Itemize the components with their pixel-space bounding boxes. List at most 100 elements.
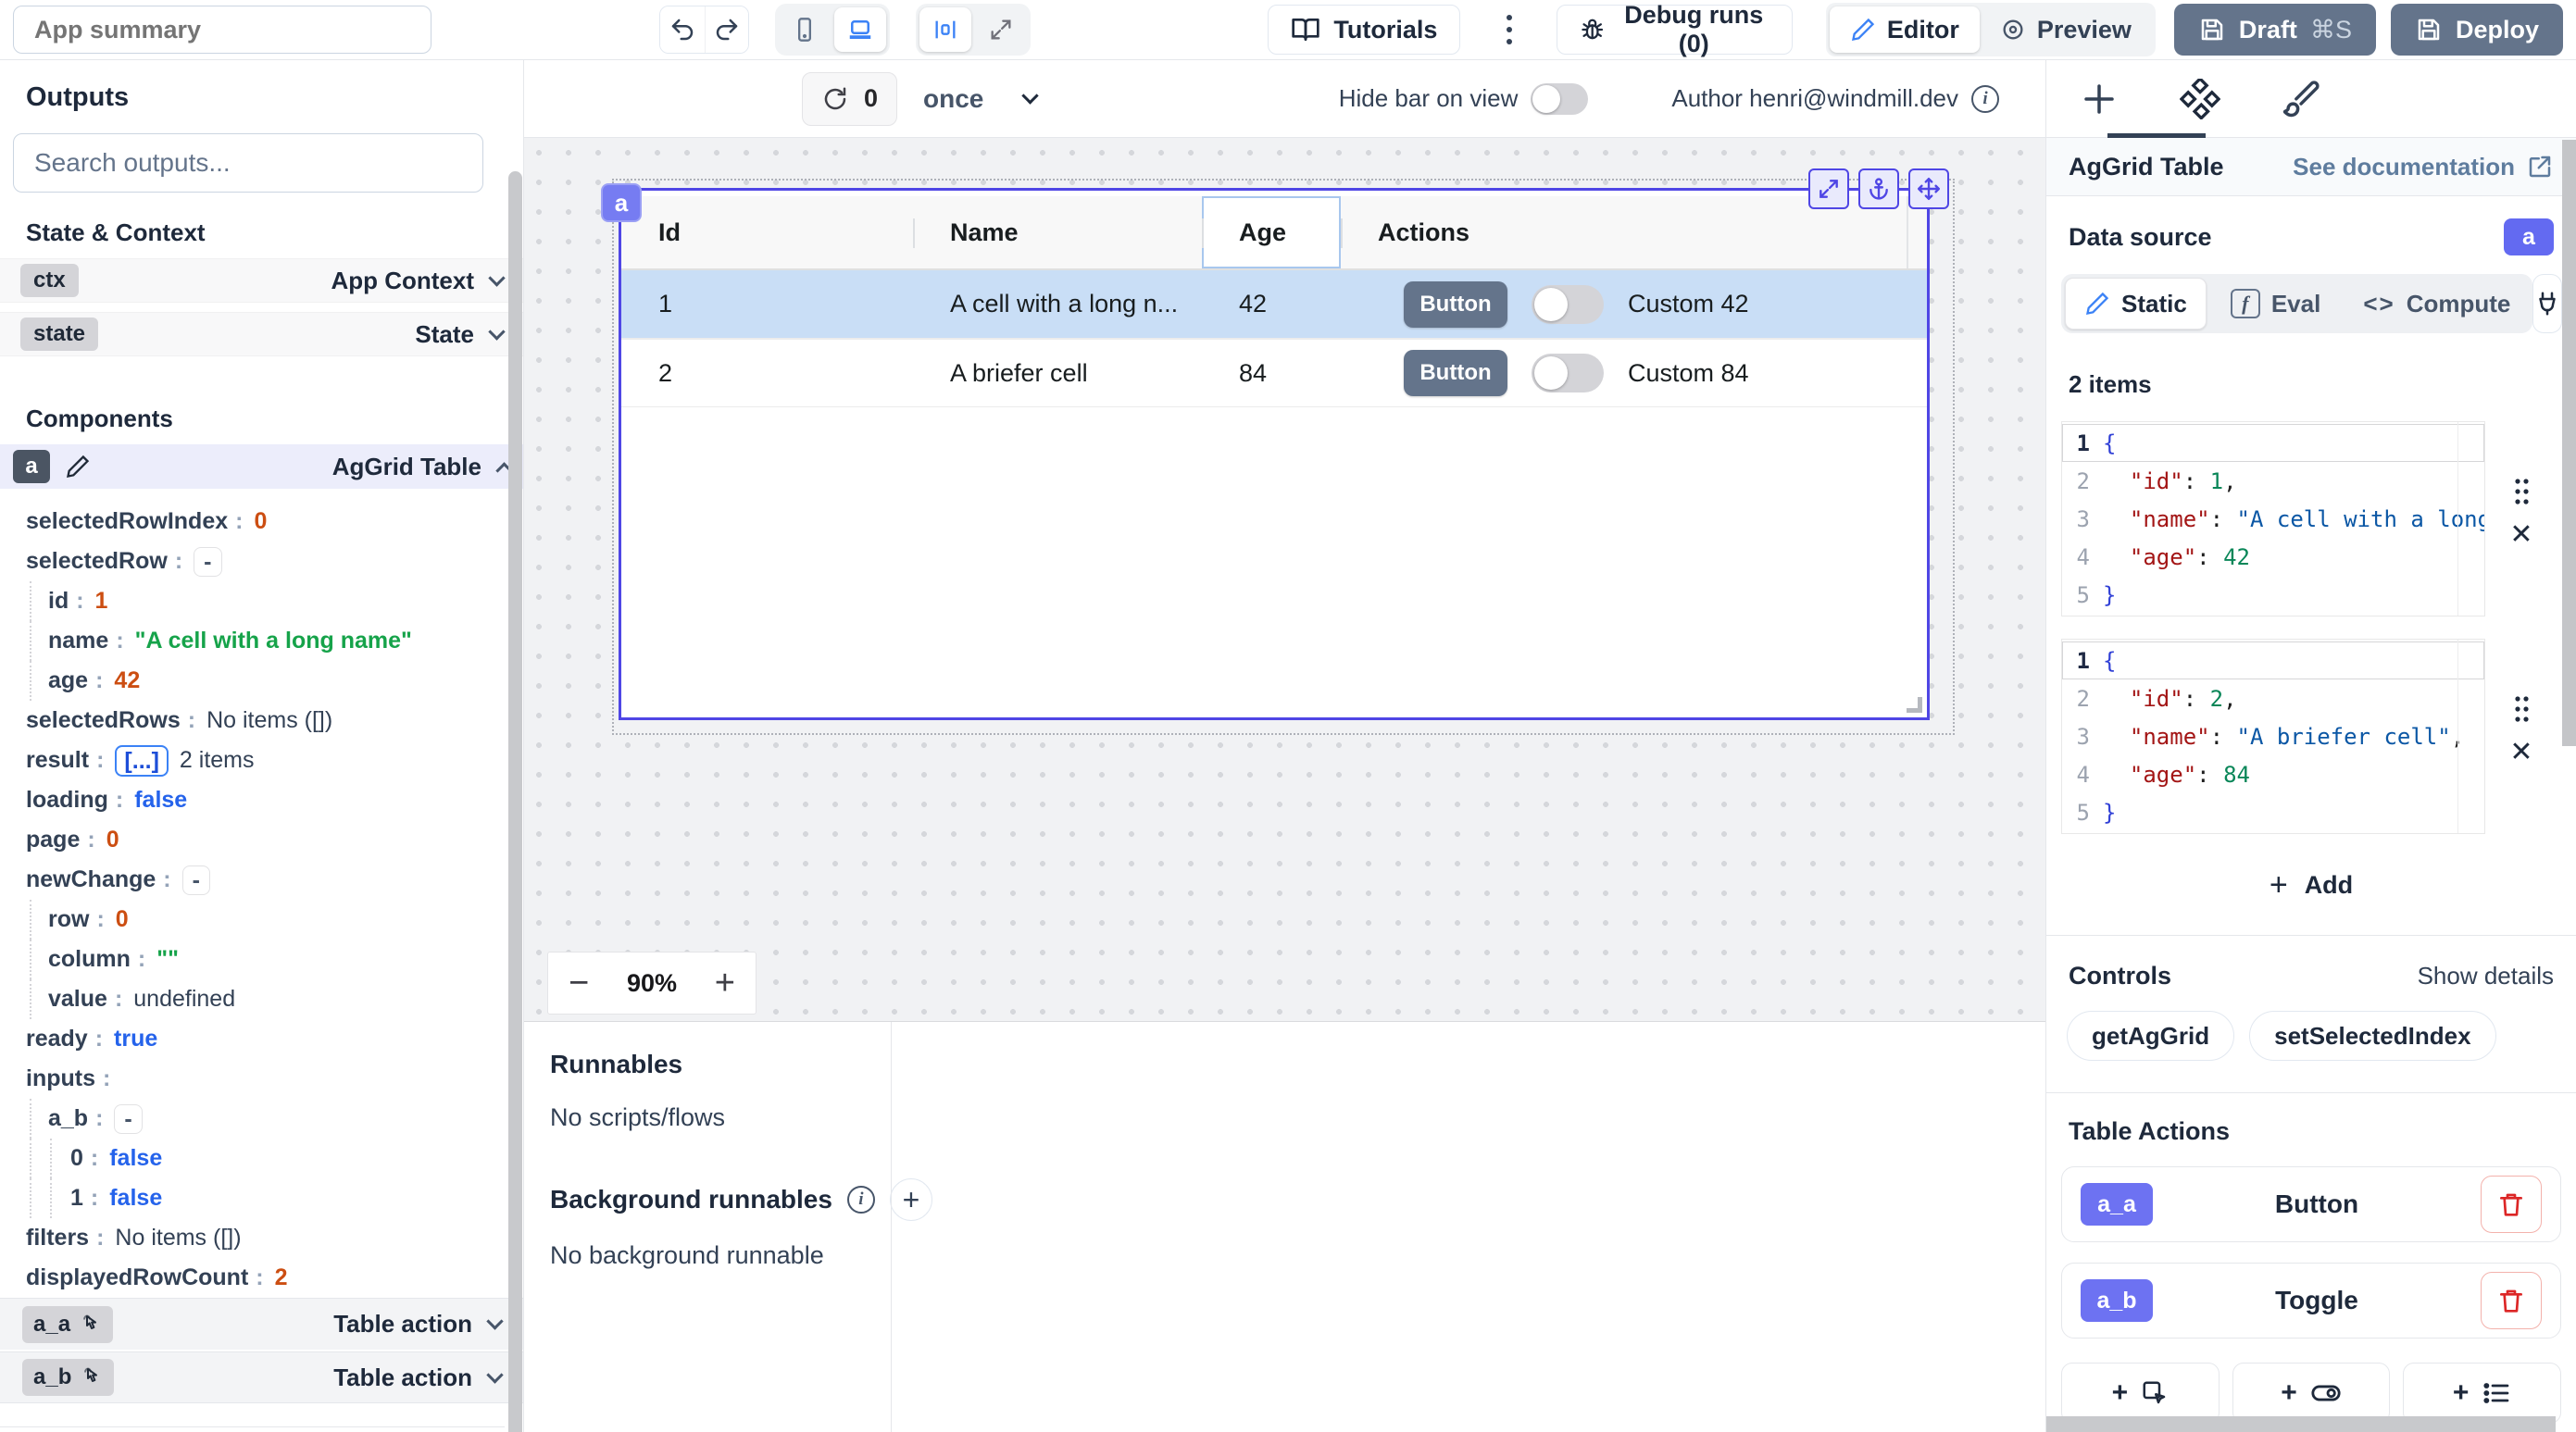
tab-styling[interactable] (2282, 80, 2320, 118)
close-icon[interactable]: ✕ (2509, 521, 2532, 549)
output-value[interactable]: - (194, 547, 221, 577)
table-row[interactable]: 1 A cell with a long n... 42 Button Cust… (621, 270, 1927, 339)
component-a-row[interactable]: a AgGrid Table (0, 444, 523, 489)
column-header-id[interactable]: Id (621, 196, 913, 268)
control-setSelectedIndex[interactable]: setSelectedIndex (2249, 1011, 2495, 1061)
json-editor[interactable]: 1{2 "id": 1,3 "name": "A cell with a lon… (2061, 421, 2485, 616)
output-row-page[interactable]: page:0 (26, 820, 523, 860)
add-background-runnable-button[interactable]: + (890, 1178, 932, 1221)
drag-handle-icon[interactable] (2510, 477, 2532, 508)
search-outputs-input[interactable] (13, 133, 483, 193)
output-value[interactable]: [...] (115, 745, 169, 777)
row-action-button[interactable]: Button (1404, 350, 1507, 396)
layout-toggle-group (916, 4, 1031, 56)
connect-button[interactable] (2532, 274, 2562, 333)
output-row-selectedRows[interactable]: selectedRows:No items ([]) (26, 701, 523, 741)
output-row-newChange[interactable]: newChange:- (26, 860, 523, 900)
output-row-value[interactable]: value:undefined (26, 979, 523, 1019)
sidebar-scrollbar[interactable] (508, 171, 522, 1432)
mode-compute-button[interactable]: <> Compute (2345, 278, 2529, 330)
zoom-out-button[interactable]: − (565, 965, 593, 1001)
delete-action-button[interactable] (2481, 1272, 2542, 1329)
control-getAgGrid[interactable]: getAgGrid (2067, 1011, 2234, 1061)
delete-action-button[interactable] (2481, 1176, 2542, 1233)
row-toggle[interactable] (1532, 354, 1604, 392)
output-row-row[interactable]: row:0 (26, 900, 523, 940)
output-value[interactable]: - (114, 1104, 142, 1134)
trash-icon (2496, 1189, 2526, 1219)
row-action-button[interactable]: Button (1404, 281, 1507, 328)
output-row-result[interactable]: result:[...]2 items (26, 741, 523, 780)
tutorials-button[interactable]: Tutorials (1268, 5, 1460, 55)
debug-runs-button[interactable]: Debug runs (0) (1557, 5, 1792, 55)
undo-button[interactable] (660, 6, 704, 53)
mobile-view-button[interactable] (779, 7, 831, 52)
output-row-0[interactable]: 0:false (26, 1139, 523, 1178)
more-menu-button[interactable] (1497, 15, 1521, 44)
add-toggle-action[interactable]: + (2232, 1363, 2391, 1424)
anchor-component-button[interactable] (1858, 168, 1899, 209)
output-row-filters[interactable]: filters:No items ([]) (26, 1218, 523, 1258)
state-row[interactable]: state State (0, 312, 523, 356)
output-row-a_b[interactable]: a_b:- (26, 1099, 523, 1139)
draft-button[interactable]: Draft ⌘S (2174, 4, 2376, 56)
ctx-row[interactable]: ctx App Context (0, 258, 523, 303)
app-summary-input[interactable] (13, 6, 431, 54)
add-select-action[interactable]: + (2403, 1363, 2561, 1424)
table-action-row-a_a[interactable]: a_a Table action (0, 1298, 523, 1350)
fullscreen-component-button[interactable] (1808, 168, 1849, 209)
table-row[interactable]: 2 A briefer cell 84 Button Custom 84 (621, 339, 1927, 407)
output-row-loading[interactable]: loading:false (26, 780, 523, 820)
mode-static-button[interactable]: Static (2065, 278, 2207, 330)
mode-eval-button[interactable]: f Eval (2212, 278, 2340, 330)
panel-scrollbar[interactable] (2562, 140, 2576, 746)
resize-handle[interactable] (1907, 697, 1922, 713)
see-documentation-link[interactable]: See documentation (2293, 153, 2554, 181)
output-row-age[interactable]: age:42 (26, 661, 523, 701)
output-row-id[interactable]: id:1 (26, 581, 523, 621)
toggle-icon (2310, 1377, 2342, 1409)
output-row-ready[interactable]: ready:true (26, 1019, 523, 1059)
row-toggle[interactable] (1532, 285, 1604, 324)
move-component-button[interactable] (1908, 168, 1949, 209)
editor-row-1: 1{2 "id": 1,3 "name": "A cell with a lon… (2061, 421, 2561, 616)
output-row-displayedRowCount[interactable]: displayedRowCount:2 (26, 1258, 523, 1298)
output-row-selectedRowIndex[interactable]: selectedRowIndex:0 (26, 502, 523, 542)
table-empty-area (621, 407, 1927, 717)
output-row-selectedRow[interactable]: selectedRow:- (26, 542, 523, 581)
refresh-button[interactable]: 0 (802, 72, 897, 126)
add-item-button[interactable]: + Add (2270, 867, 2353, 903)
table-action-row-a_b[interactable]: a_b Table action (0, 1351, 523, 1403)
full-width-button[interactable] (975, 7, 1027, 52)
deploy-button[interactable]: Deploy (2391, 4, 2563, 56)
schedule-select[interactable]: once (923, 84, 1036, 114)
add-button-action[interactable]: + (2061, 1363, 2220, 1424)
tab-insert-component[interactable] (2080, 80, 2119, 118)
column-header-name[interactable]: Name (913, 196, 1202, 268)
output-value[interactable]: - (182, 865, 210, 895)
close-icon[interactable]: ✕ (2509, 739, 2532, 766)
drag-handle-icon[interactable] (2510, 694, 2532, 726)
component-id-badge: a (601, 183, 642, 222)
output-row-name[interactable]: name:"A cell with a long name" (26, 621, 523, 661)
panel-horizontal-scrollbar[interactable] (2046, 1416, 2556, 1432)
desktop-view-button[interactable] (834, 7, 886, 52)
editor-tab[interactable]: Editor (1830, 6, 1980, 53)
aggrid-table-component[interactable]: a Id Name Age (619, 188, 1930, 720)
hide-bar-toggle[interactable] (1531, 83, 1588, 115)
zoom-in-button[interactable]: + (711, 965, 739, 1001)
pencil-icon[interactable] (65, 454, 91, 479)
center-layout-button[interactable] (919, 7, 971, 52)
info-icon[interactable]: i (1971, 85, 1999, 113)
app-canvas[interactable]: a Id Name Age (524, 138, 2045, 1021)
column-header-age[interactable]: Age (1202, 196, 1341, 268)
info-icon[interactable]: i (847, 1186, 875, 1214)
json-editor[interactable]: 1{2 "id": 2,3 "name": "A briefer cell",4… (2061, 639, 2485, 834)
show-details-link[interactable]: Show details (2418, 962, 2554, 990)
preview-tab[interactable]: Preview (1980, 6, 2152, 53)
output-row-1[interactable]: 1:false (26, 1178, 523, 1218)
output-row-inputs[interactable]: inputs: (26, 1059, 523, 1099)
redo-button[interactable] (705, 6, 749, 53)
tab-component-settings[interactable] (2180, 79, 2220, 119)
output-row-column[interactable]: column:"" (26, 940, 523, 979)
